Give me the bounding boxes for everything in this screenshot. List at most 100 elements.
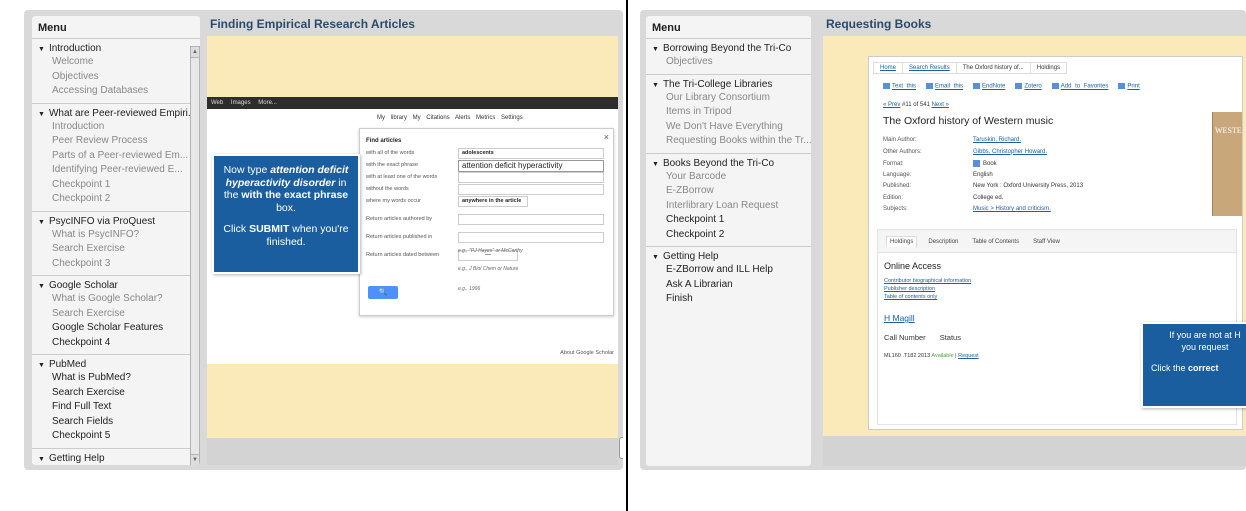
chevron-down-icon[interactable]: ▼	[652, 254, 659, 261]
tab-staff-view[interactable]: Staff View	[1030, 237, 1063, 247]
scholar-toolbar[interactable]: My library My Citations Alerts Metrics S…	[377, 115, 523, 121]
menu-section-title[interactable]: ▼ The Tri-College Libraries	[646, 78, 811, 91]
chevron-down-icon[interactable]: ▼	[38, 456, 45, 463]
menu-section-title[interactable]: ▼ Borrowing Beyond the Tri-Co	[646, 42, 811, 55]
search-field[interactable]	[458, 172, 604, 183]
tab-holdings[interactable]: Holdings	[886, 236, 918, 247]
menu-item[interactable]: Your Barcode	[646, 170, 811, 185]
menu-item[interactable]: Ask A Librarian	[646, 278, 811, 293]
chevron-down-icon[interactable]: ▼	[38, 111, 45, 118]
menu-title: Menu	[652, 22, 681, 34]
meta-link[interactable]: Taruskin, Richard.	[973, 137, 1021, 143]
menu-item[interactable]: Search Exercise	[32, 242, 200, 257]
menu-section-title[interactable]: ▼ PubMed	[32, 358, 200, 371]
chevron-down-icon[interactable]: ▼	[38, 362, 45, 369]
action-link[interactable]: Add to Favorites	[1061, 84, 1109, 90]
search-field[interactable]: attention deficit hyperactivity	[458, 160, 604, 172]
scroll-thumb[interactable]	[191, 58, 199, 454]
chevron-down-icon[interactable]: ▼	[652, 161, 659, 168]
menu-item[interactable]: Items in Tripod	[646, 105, 811, 120]
menu-item[interactable]: Checkpoint 2	[646, 228, 811, 243]
scroll-up-icon[interactable]: ▲	[191, 47, 199, 57]
chevron-down-icon[interactable]: ▼	[652, 46, 659, 53]
menu-section-title[interactable]: ▼ Getting Help	[646, 250, 811, 263]
menu-item[interactable]: Ask A Librarian	[32, 465, 200, 466]
search-field[interactable]	[458, 214, 604, 225]
menu-item[interactable]: Checkpoint 5	[32, 429, 200, 444]
tab-description[interactable]: Description	[925, 237, 961, 247]
menu-section-title[interactable]: ▼ PsycINFO via ProQuest	[32, 215, 200, 228]
next-button[interactable]	[619, 437, 623, 459]
menu-section: ▼ Borrowing Beyond the Tri-Co Objectives	[646, 38, 811, 74]
action-link[interactable]: Print	[1127, 84, 1139, 90]
menu-item[interactable]: Checkpoint 1	[646, 213, 811, 228]
menu-item[interactable]: Checkpoint 3	[32, 257, 200, 272]
close-icon[interactable]: ×	[604, 132, 609, 142]
menu-item[interactable]: Accessing Databases	[32, 84, 200, 99]
menu-item[interactable]: Interlibrary Loan Request	[646, 199, 811, 214]
search-field[interactable]: adolescents	[458, 148, 604, 159]
about-link[interactable]: About Google Scholar	[560, 350, 614, 356]
menu-section-title[interactable]: ▼ What are Peer-reviewed Empiri...	[32, 107, 200, 120]
action-link[interactable]: Email this	[935, 84, 963, 90]
menu-item[interactable]: Checkpoint 2	[32, 192, 200, 207]
menu-item[interactable]: Search Exercise	[32, 386, 200, 401]
menu-item[interactable]: Objectives	[646, 55, 811, 70]
meta-link[interactable]: Gibbs, Christopher Howard.	[973, 149, 1047, 155]
menu-item[interactable]: Introduction	[32, 120, 200, 135]
search-field[interactable]: anywhere in the article	[458, 196, 528, 207]
prev-link[interactable]: « Prev	[883, 102, 900, 108]
menu-section-title[interactable]: ▼ Books Beyond the Tri-Co	[646, 157, 811, 170]
scroll-down-icon[interactable]: ▼	[191, 455, 199, 465]
menu-item[interactable]: Google Scholar Features	[32, 321, 200, 336]
field-label: with all of the words	[366, 150, 415, 156]
search-field[interactable]	[458, 184, 604, 195]
menu-item[interactable]: Welcome	[32, 55, 200, 70]
menu-item[interactable]: Checkpoint 1	[32, 178, 200, 193]
online-link[interactable]: Contributor biographical information	[884, 277, 971, 285]
menu-item[interactable]: Find Full Text	[32, 400, 200, 415]
menu-section: ▼ Getting Help E-ZBorrow and ILL Help Ask A…	[646, 246, 811, 311]
breadcrumb-item[interactable]: Home	[873, 62, 904, 74]
chevron-down-icon[interactable]: ▼	[38, 219, 45, 226]
chevron-down-icon[interactable]: ▼	[652, 82, 659, 89]
menu-item[interactable]: What is PubMed?	[32, 371, 200, 386]
menu-item[interactable]: Checkpoint 4	[32, 336, 200, 351]
menu-item[interactable]: We Don't Have Everything	[646, 120, 811, 135]
menu-section-title[interactable]: ▼ Google Scholar	[32, 279, 200, 292]
menu-item[interactable]: What is PsycINFO?	[32, 228, 200, 243]
meta-row: Published: New York : Oxford University P…	[883, 183, 1203, 195]
menu-item[interactable]: Finish	[646, 292, 811, 307]
menu-section-title[interactable]: ▼ Introduction	[32, 42, 200, 55]
meta-link[interactable]: Music > History and criticism.	[973, 206, 1051, 212]
menu-item[interactable]: Requesting Books within the Tr...	[646, 134, 811, 149]
menu-item[interactable]: Peer Review Process	[32, 134, 200, 149]
tab-table-of-contents[interactable]: Table of Contents	[969, 237, 1022, 247]
action-link[interactable]: Zotero	[1024, 84, 1041, 90]
meta-label: Edition:	[883, 194, 904, 201]
menu-item[interactable]: Search Exercise	[32, 307, 200, 322]
chevron-down-icon[interactable]: ▼	[38, 283, 45, 290]
menu-item[interactable]: Our Library Consortium	[646, 91, 811, 106]
online-link[interactable]: Table of contents only	[884, 293, 971, 301]
menu-section-title[interactable]: ▼ Getting Help	[32, 452, 200, 465]
menu-item[interactable]: Search Fields	[32, 415, 200, 430]
breadcrumb-item[interactable]: Search Results	[902, 62, 957, 74]
menu-item[interactable]: Identifying Peer-reviewed E...	[32, 163, 200, 178]
action-link[interactable]: EndNote	[982, 84, 1005, 90]
field-label: Return articles published in	[366, 234, 433, 240]
menu-item[interactable]: E-ZBorrow and ILL Help	[646, 263, 811, 278]
request-link[interactable]: Request	[958, 353, 979, 359]
menu-item[interactable]: What is Google Scholar?	[32, 292, 200, 307]
menu-item[interactable]: Objectives	[32, 70, 200, 85]
next-link[interactable]: Next »	[932, 102, 949, 108]
action-link[interactable]: Text this	[892, 84, 916, 90]
online-link[interactable]: Publisher description	[884, 285, 971, 293]
search-button[interactable]: 🔍	[368, 286, 398, 299]
library-link[interactable]: H Magill	[884, 313, 915, 323]
menu-item[interactable]: Parts of a Peer-reviewed Em...	[32, 149, 200, 164]
menu-scrollbar[interactable]: ▲ ▼	[190, 46, 200, 465]
chevron-down-icon[interactable]: ▼	[38, 46, 45, 53]
menu-item[interactable]: E-ZBorrow	[646, 184, 811, 199]
search-field[interactable]	[458, 232, 604, 243]
